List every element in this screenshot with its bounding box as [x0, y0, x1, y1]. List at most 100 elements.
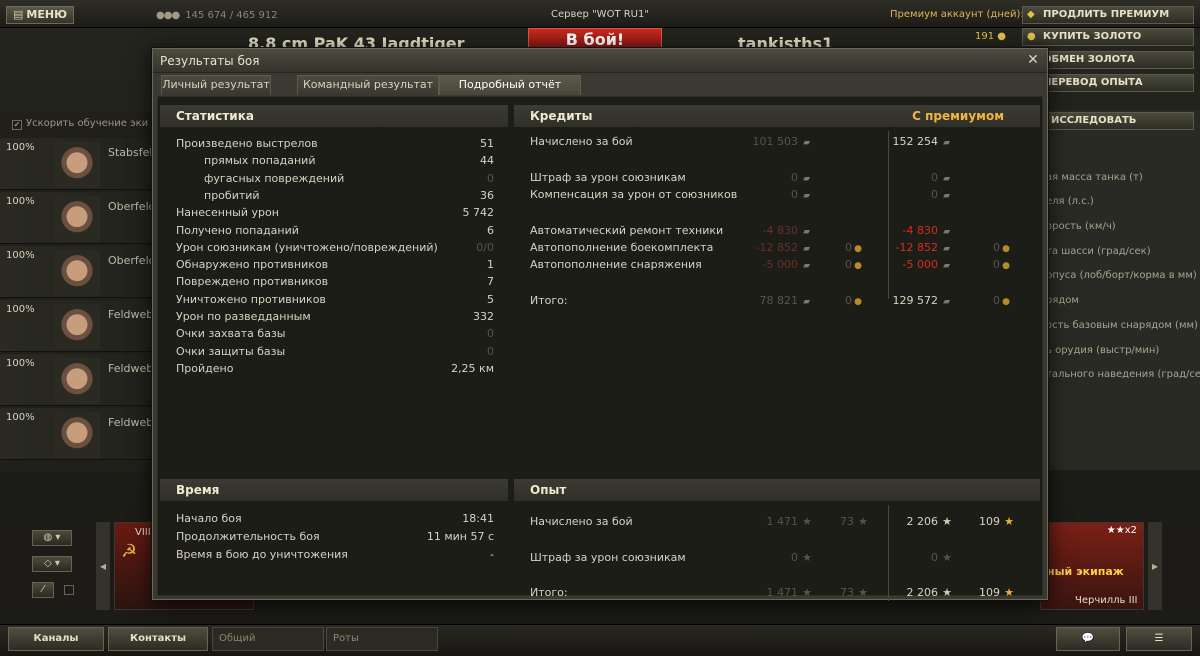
stat-row: пробитий 36 [176, 187, 494, 204]
carousel-right-arrow[interactable]: ▸ [1148, 522, 1162, 610]
time-label: Начало боя [176, 512, 242, 525]
credit-prem-value: 129 572 [892, 294, 939, 307]
time-value: 11 мин 57 с [426, 530, 494, 543]
tank-name: Черчилль III [1075, 595, 1138, 606]
star-icon: ★ [802, 586, 812, 599]
accelerate-training[interactable]: ✓ Ускорить обучение эки [12, 118, 148, 130]
credit-base-value: -4 830 [762, 224, 798, 237]
time-value: - [490, 548, 494, 561]
battle-results-window: Результаты боя ✕ Личный результат Команд… [152, 48, 1048, 601]
credit-row: Начислено за бой 101 503 ▰ 152 254 ▰ [530, 133, 1030, 150]
credit-base-value: 78 821 [759, 294, 799, 307]
exp-prem-value: 2 206 [906, 515, 939, 528]
stat-value: 44 [480, 154, 494, 168]
ready-filter[interactable]: ⁄ [32, 582, 54, 598]
player-stats-value: 145 674 / 465 912 [185, 10, 278, 21]
contacts-button[interactable]: Контакты [108, 627, 208, 651]
stat-row: Уничтожено противников 5 [176, 291, 494, 308]
crew-slot[interactable]: 100% Oberfeldw [0, 246, 165, 298]
research-button[interactable]: ИССЛЕДОВАТЬ [1044, 112, 1194, 130]
extend-premium-button[interactable]: ◆ ПРОДЛИТЬ ПРЕМИУМ [1022, 6, 1194, 24]
credit-label: Начислено за бой [530, 135, 633, 148]
squads-channel-tab[interactable]: Роты [326, 627, 438, 651]
credit-row: Автоматический ремонт техники -4 830 ▰ -4 8… [530, 222, 1030, 239]
menu-button[interactable]: ▤ МЕНЮ [6, 6, 74, 24]
premium-days-label: Премиум аккаунт (дней): 4 [890, 9, 1034, 20]
credit-prem-value: -12 852 [895, 241, 938, 254]
credit-label: Автоматический ремонт техники [530, 224, 724, 237]
notifications-button[interactable]: ☰ [1126, 627, 1192, 651]
exp-header: Опыт [514, 479, 1040, 501]
param-label: та шасси (град/сек) [1046, 246, 1151, 257]
globe-icon: ◍ ▾ [43, 532, 61, 543]
free-exp-star-icon: ★ [858, 586, 868, 599]
x2-bonus-badge: ★★x2 [1106, 525, 1137, 536]
credit-coin-icon: ▰ [943, 297, 950, 307]
crew-slot[interactable]: 100% Stabsfeld [0, 138, 159, 190]
buy-gold-button[interactable]: ● КУПИТЬ ЗОЛОТО [1022, 28, 1194, 46]
time-row: Начало боя 18:41 [176, 510, 494, 527]
star-icon: ★ [942, 551, 952, 564]
credit-row: Автопополнение боекомплекта -12 852 ▰ 0 ● -12… [530, 239, 1030, 256]
exp-free-base-value: 73 [840, 586, 854, 599]
tab-detailed[interactable]: Подробный отчёт [439, 75, 581, 95]
exp-base-value: 0 [791, 551, 798, 564]
stat-row: Произведено выстрелов 51 [176, 135, 494, 152]
tank-card[interactable]: ★★x2 ный экипаж Черчилль III [1040, 522, 1144, 610]
stat-row: Очки захвата базы 0 [176, 325, 494, 342]
credit-row: Штраф за урон союзникам 0 ▰ 0 ▰ [530, 169, 1030, 186]
stat-value: 0 [487, 327, 494, 341]
stat-label: Произведено выстрелов [176, 137, 318, 150]
credit-row: Итого: 78 821 ▰ 0 ● 129 572 ▰ 0 ● [530, 292, 1030, 309]
player-stats: ●●● 145 674 / 465 912 [156, 10, 278, 21]
tab-team[interactable]: Командный результат [297, 75, 439, 95]
tab-personal[interactable]: Личный результат [161, 75, 271, 95]
stat-row: фугасных повреждений 0 [176, 170, 494, 187]
chat-button[interactable]: 💬 [1056, 627, 1120, 651]
channels-button[interactable]: Каналы [8, 627, 104, 651]
exp-label: Начислено за бой [530, 515, 633, 528]
crew-slot[interactable]: 100% Feldwebe [0, 408, 160, 460]
param-label: ость базовым снарядом (мм) [1046, 320, 1198, 331]
stat-value: 0/0 [476, 240, 494, 254]
stat-label: прямых попаданий [204, 154, 316, 168]
window-title: Результаты боя [153, 49, 1047, 73]
crew-slot[interactable]: 100% Oberfeldw [0, 192, 165, 244]
gold-coin-icon: ● [1002, 297, 1010, 307]
exp-free-base-value: 73 [840, 515, 854, 528]
filter-checkbox[interactable] [64, 585, 74, 595]
nation-filter[interactable]: ◍ ▾ [32, 530, 72, 546]
credit-label: Итого: [530, 294, 568, 307]
credit-coin-icon: ▰ [803, 138, 810, 148]
stat-row: Получено попаданий 6 [176, 222, 494, 239]
credit-coin-icon: ▰ [943, 191, 950, 201]
accelerate-label: Ускорить обучение эки [26, 118, 149, 129]
close-icon[interactable]: ✕ [1025, 51, 1041, 69]
gold-coin-icon: ● [854, 297, 862, 307]
crew-label: ный экипаж [1047, 565, 1124, 578]
exp-row: Итого: 1 471 ★ 73 ★ 2 206 ★ 109 ★ [530, 584, 1030, 601]
crew-slot[interactable]: 100% Feldwebe [0, 354, 160, 406]
crew-portrait [54, 142, 100, 188]
carousel-left-arrow[interactable]: ◂ [96, 522, 110, 610]
x2-label: x2 [1124, 525, 1137, 536]
stats-header: Статистика [160, 105, 508, 127]
menu-label: МЕНЮ [26, 8, 67, 21]
stat-value: 51 [480, 137, 494, 150]
common-channel-tab[interactable]: Общий [212, 627, 324, 651]
checkbox-icon: ✓ [12, 120, 22, 130]
crew-slot[interactable]: 100% Feldwebe [0, 300, 160, 352]
stat-label: Урон по разведданным [176, 310, 311, 323]
stat-row: прямых попаданий 44 [176, 152, 494, 169]
stat-value: 36 [480, 188, 494, 202]
type-filter[interactable]: ◇ ▾ [32, 556, 72, 572]
gold-count: 191 ● [975, 31, 1006, 42]
time-header: Время [160, 479, 508, 501]
credit-base-value: 101 503 [752, 135, 799, 148]
convert-exp-label: ПЕРЕВОД ОПЫТА [1043, 77, 1143, 88]
credit-base-value: -5 000 [762, 258, 798, 271]
stat-label: фугасных повреждений [204, 171, 345, 185]
extend-premium-label: ПРОДЛИТЬ ПРЕМИУМ [1043, 9, 1170, 20]
stat-value: 0 [487, 171, 494, 185]
stat-row: Обнаружено противников 1 [176, 256, 494, 273]
